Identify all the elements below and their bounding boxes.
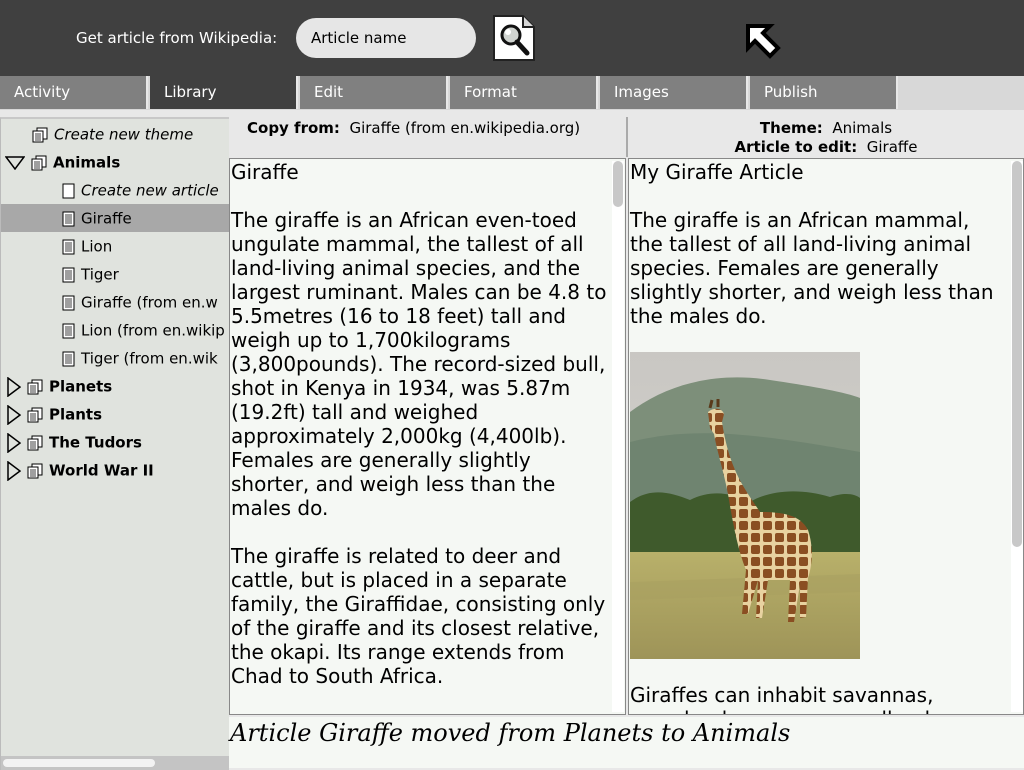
theme-label: Plants: [49, 405, 103, 424]
source-article-pane[interactable]: Giraffe The giraffe is an African even-t…: [229, 158, 626, 715]
expander-closed-icon: [7, 376, 21, 397]
document-stack-icon: [31, 155, 47, 170]
source-vertical-scrollbar[interactable]: [612, 161, 624, 712]
tab-bar: Activity Library Edit Format Images Publ…: [0, 76, 1024, 110]
document-stack-icon: [27, 435, 43, 450]
magnifier-icon: [493, 15, 535, 61]
tree-theme-ww2[interactable]: World War II: [7, 456, 154, 484]
article-label: Giraffe: [81, 209, 132, 228]
create-article-item[interactable]: Create new article: [62, 176, 219, 204]
status-message: Article Giraffe moved from Planets to An…: [229, 717, 1024, 768]
tab-images[interactable]: Images: [600, 76, 748, 109]
pointer-arrow-icon: [742, 20, 782, 60]
theme-label: Theme:: [759, 119, 823, 137]
source-article-title: Giraffe: [231, 160, 299, 184]
theme-value: Animals: [832, 119, 893, 137]
tree-theme-animals[interactable]: Animals: [5, 148, 120, 176]
tree-article-tiger-wiki[interactable]: Tiger (from en.wik: [62, 344, 218, 372]
scrollbar-thumb[interactable]: [613, 161, 623, 207]
article-label: Lion: [81, 237, 113, 256]
copy-from-header: Copy from: Giraffe (from en.wikipedia.or…: [229, 117, 628, 157]
expander-closed-icon: [7, 404, 21, 425]
tree-article-giraffe[interactable]: Giraffe: [1, 204, 229, 232]
document-stack-icon: [27, 463, 43, 478]
scrollbar-thumb[interactable]: [1012, 161, 1022, 547]
edited-article-paragraph: Giraffes can inhabit savannas, grassland…: [630, 683, 947, 714]
wikipedia-fetch-label: Get article from Wikipedia:: [76, 29, 278, 47]
tree-article-lion[interactable]: Lion: [62, 232, 112, 260]
article-label: Lion (from en.wikip: [81, 321, 225, 340]
tree-theme-plants[interactable]: Plants: [7, 400, 102, 428]
theme-label: Planets: [49, 377, 113, 396]
giraffe-photo[interactable]: [630, 352, 860, 659]
source-article-paragraph: The giraffe is related to deer and cattl…: [231, 544, 606, 688]
expander-closed-icon: [7, 432, 21, 453]
tree-article-giraffe-wiki[interactable]: Giraffe (from en.w: [62, 288, 218, 316]
expander-closed-icon: [7, 460, 21, 481]
article-label: Tiger (from en.wik: [81, 349, 218, 368]
library-tree: Create new theme Animals Create new arti…: [0, 117, 229, 770]
toolbar: Get article from Wikipedia:: [0, 0, 1024, 76]
tree-theme-tudors[interactable]: The Tudors: [7, 428, 142, 456]
create-theme-item[interactable]: Create new theme: [32, 120, 193, 148]
edit-info-header: Theme: Animals Article to edit: Giraffe: [628, 117, 1024, 157]
edited-article-pane[interactable]: My Giraffe Article The giraffe is an Afr…: [628, 158, 1024, 715]
theme-label: World War II: [49, 461, 154, 480]
document-icon: [62, 295, 75, 310]
search-button[interactable]: [490, 14, 536, 62]
document-icon: [62, 211, 75, 226]
tab-publish[interactable]: Publish: [750, 76, 898, 109]
document-stack-icon: [27, 407, 43, 422]
document-icon: [62, 351, 75, 366]
edited-article-paragraph: The giraffe is an African mammal, the ta…: [630, 208, 994, 328]
scrollbar-thumb[interactable]: [3, 759, 155, 767]
edited-article-title: My Giraffe Article: [630, 160, 804, 184]
tab-library[interactable]: Library: [150, 76, 298, 109]
article-label: Giraffe (from en.w: [81, 293, 218, 312]
document-icon: [62, 267, 75, 282]
tree-article-lion-wiki[interactable]: Lion (from en.wikip: [62, 316, 225, 344]
theme-label: The Tudors: [49, 433, 142, 452]
copy-from-value: Giraffe (from en.wikipedia.org): [349, 119, 581, 137]
create-article-label: Create new article: [81, 181, 219, 200]
copy-from-label: Copy from:: [247, 119, 340, 137]
article-name-input[interactable]: [296, 18, 476, 58]
expander-open-icon: [5, 155, 25, 170]
tab-activity[interactable]: Activity: [0, 76, 148, 109]
document-stack-icon: [32, 127, 48, 142]
tab-format[interactable]: Format: [450, 76, 598, 109]
tree-theme-planets[interactable]: Planets: [7, 372, 112, 400]
article-to-edit-value: Giraffe: [866, 138, 918, 156]
article-to-edit-label: Article to edit:: [734, 138, 858, 156]
create-theme-label: Create new theme: [54, 125, 194, 144]
tree-article-tiger[interactable]: Tiger: [62, 260, 119, 288]
blank-document-icon: [62, 183, 75, 198]
document-stack-icon: [27, 379, 43, 394]
edited-vertical-scrollbar[interactable]: [1011, 161, 1023, 712]
tab-edit[interactable]: Edit: [300, 76, 448, 109]
document-icon: [62, 323, 75, 338]
theme-label: Animals: [53, 153, 121, 172]
article-label: Tiger: [81, 265, 119, 284]
document-icon: [62, 239, 75, 254]
source-article-paragraph: The giraffe is an African even-toed ungu…: [231, 208, 607, 520]
